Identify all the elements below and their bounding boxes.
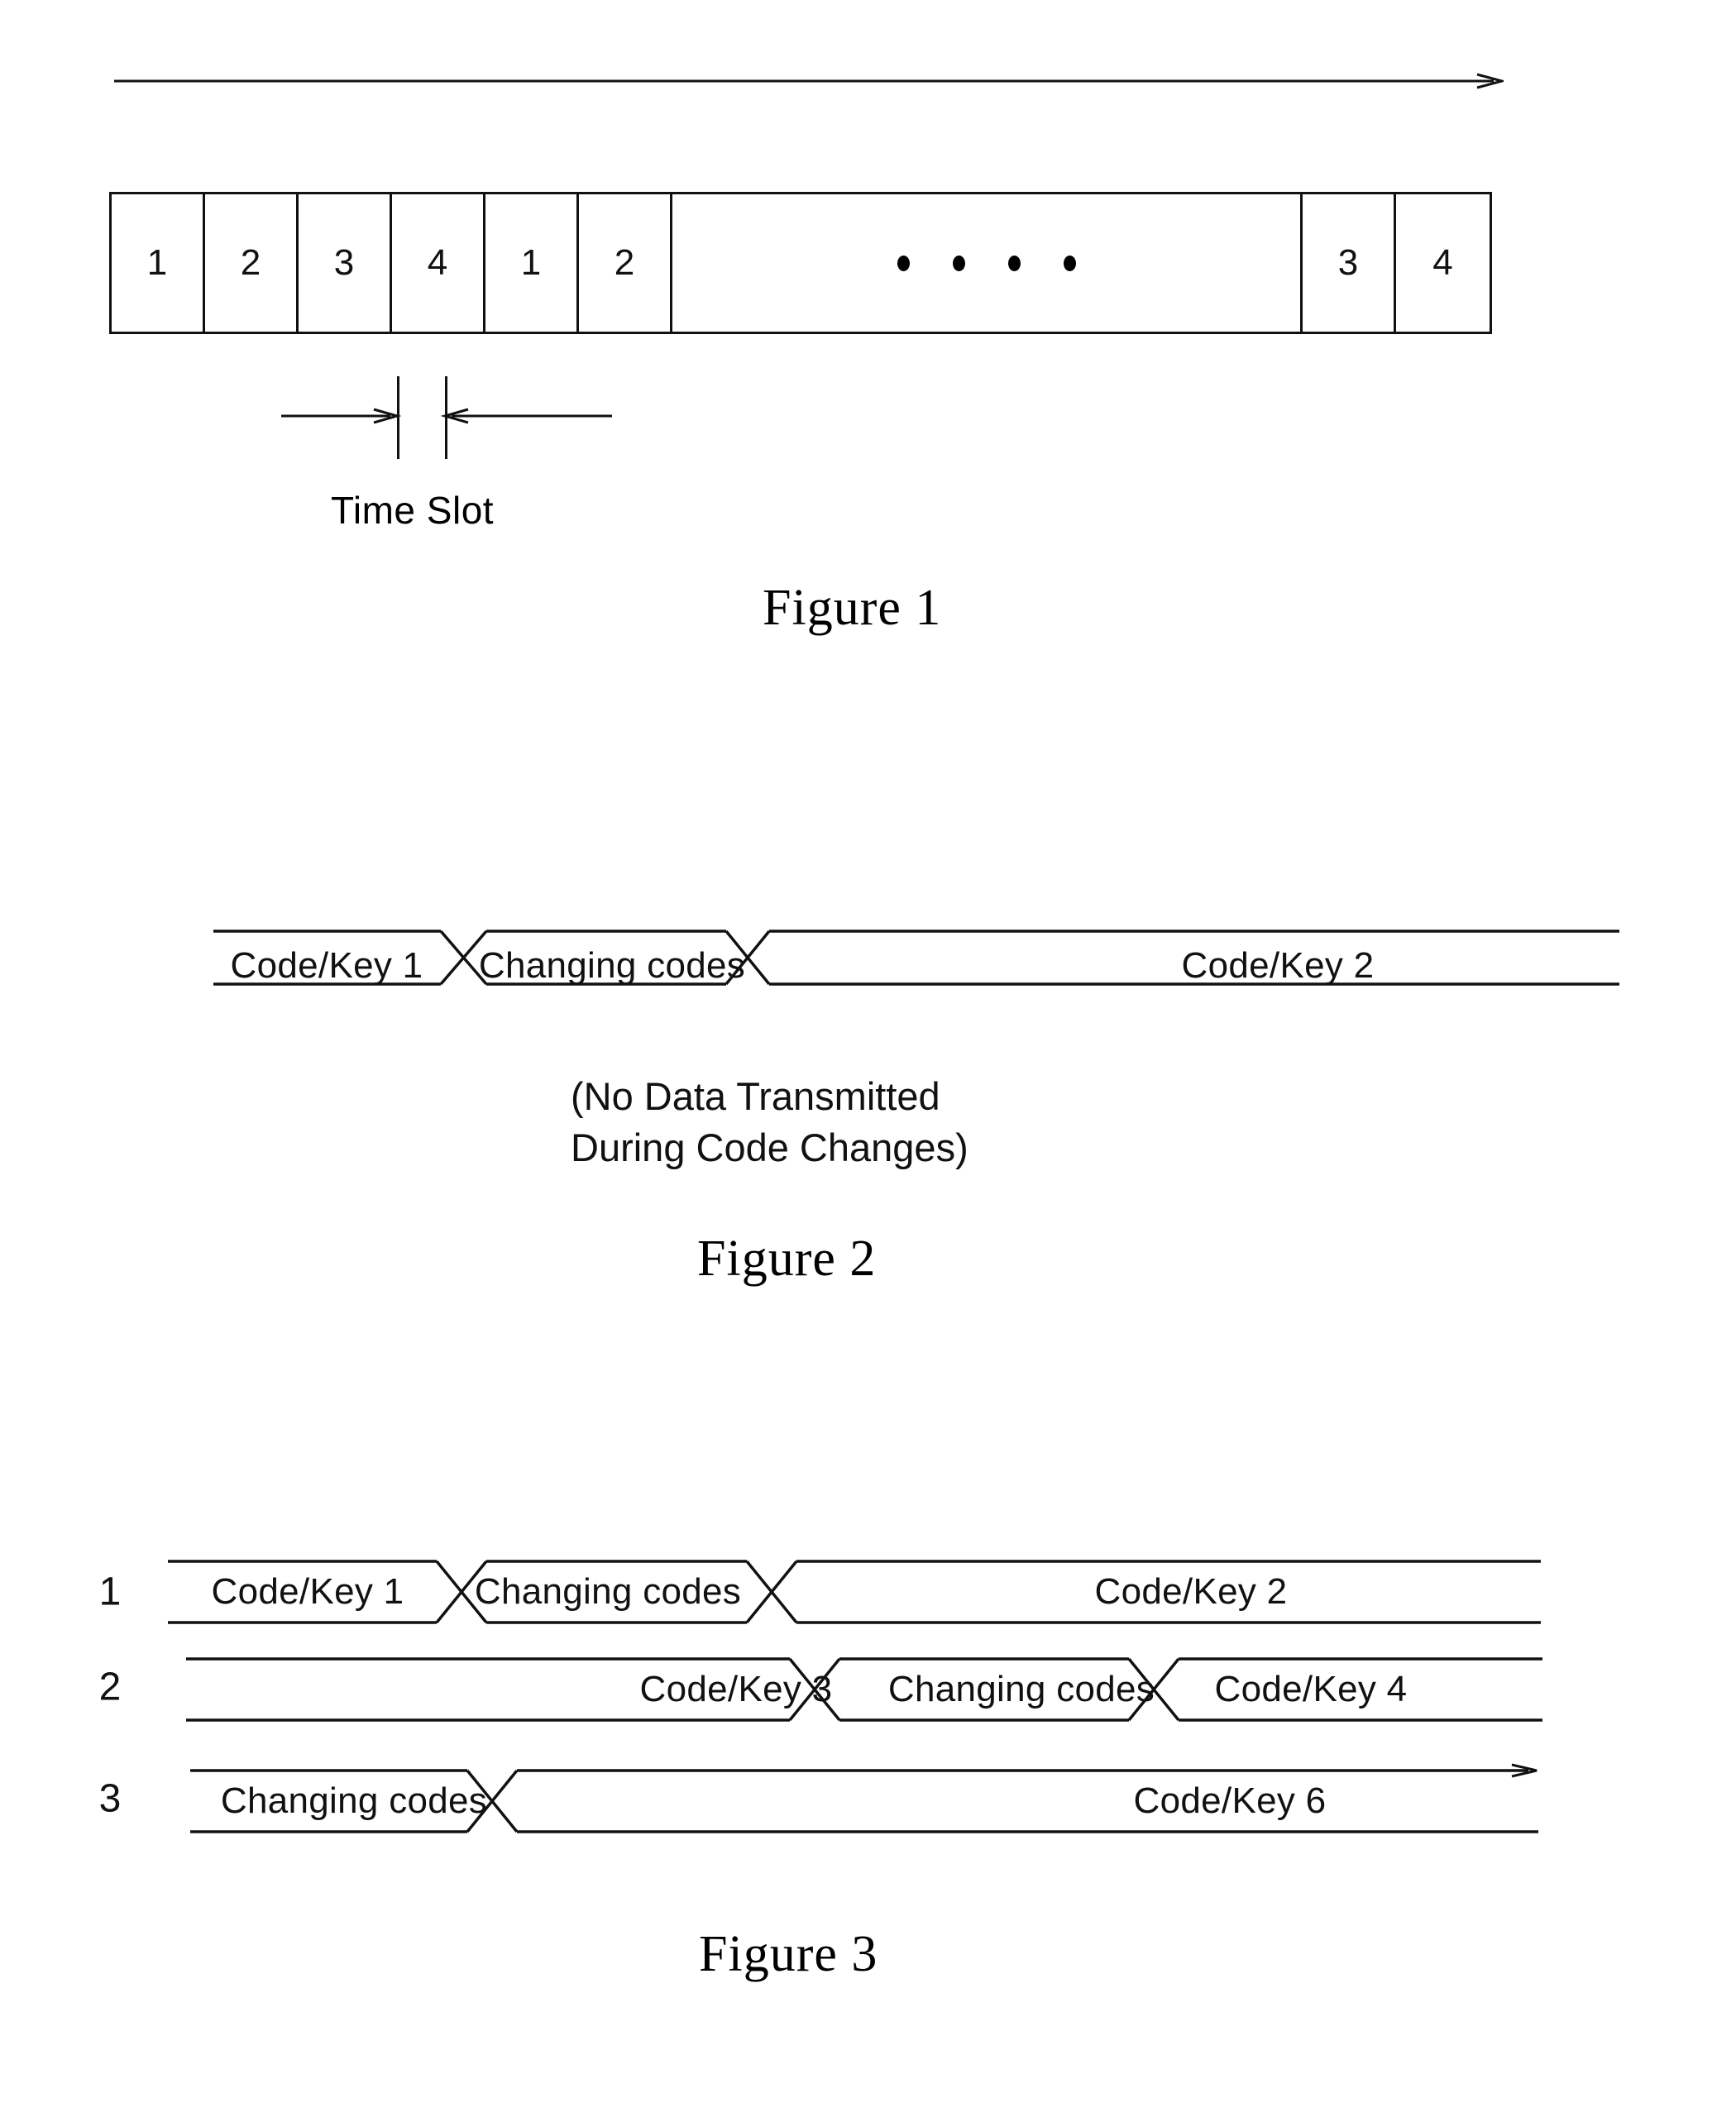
figure-3-segment-label: Code/Key 6 (1133, 1780, 1327, 1821)
figure-2-waveform (213, 925, 1619, 991)
time-slot-cell: 2 (205, 194, 299, 332)
time-slot-frame: 1 2 3 4 1 2 3 4 (109, 192, 1492, 334)
figure-2-segment-label: Changing codes (478, 945, 746, 986)
figure-1: 1 2 3 4 1 2 3 4 Time Slot Figure 1 (0, 0, 1736, 678)
figure-2-note-line: During Code Changes) (571, 1126, 968, 1170)
figure-1-caption: Figure 1 (763, 580, 942, 636)
figure-3-segment-label: Changing codes (474, 1571, 742, 1612)
figure-3-row-number: 1 (98, 1570, 122, 1614)
time-axis-arrow-icon (114, 73, 1507, 89)
time-slot-cell: 4 (1432, 242, 1453, 283)
figure-2-note: (No Data Transmitted During Code Changes… (571, 1071, 968, 1173)
figure-3-segment-label: Code/Key 4 (1214, 1669, 1408, 1709)
figure-2-caption: Figure 2 (697, 1231, 877, 1287)
figure-2-segment-label: Code/Key 1 (230, 945, 423, 986)
time-slot-cell: 1 (485, 194, 579, 332)
figure-3-caption: Figure 3 (699, 1926, 878, 1982)
figure-2-segment-label: Code/Key 2 (1181, 945, 1375, 986)
time-slot-cell: 2 (579, 194, 672, 332)
time-slot-label: Time Slot (331, 489, 495, 532)
figure-3-row-number: 3 (98, 1776, 122, 1821)
figure-3-segment-label: Changing codes (887, 1669, 1155, 1709)
figure-3-segment-label: Changing codes (220, 1780, 488, 1821)
figure-sheet: 1 2 3 4 1 2 3 4 Time Slot Figure 1 Code/… (0, 0, 1736, 2122)
figure-3-segment-label: Code/Key 1 (211, 1571, 404, 1612)
measure-tick-left (397, 376, 399, 459)
time-slot-cell: 3 (1303, 194, 1396, 332)
figure-2-note-line: (No Data Transmitted (571, 1074, 940, 1118)
figure-3-segment-label: Code/Key 2 (1094, 1571, 1288, 1612)
time-slot-cell: 1 (112, 194, 205, 332)
figure-3-segment-label: Code/Key 3 (639, 1669, 833, 1709)
time-slot-cell: 3 (299, 194, 392, 332)
figure-3-row-number: 2 (98, 1665, 122, 1709)
ellipsis-dots-icon (897, 255, 1076, 271)
measure-tick-right (445, 376, 447, 459)
time-slot-measure (232, 376, 612, 476)
time-slot-ellipsis-cell (672, 194, 1303, 332)
time-slot-cell: 4 (392, 194, 485, 332)
